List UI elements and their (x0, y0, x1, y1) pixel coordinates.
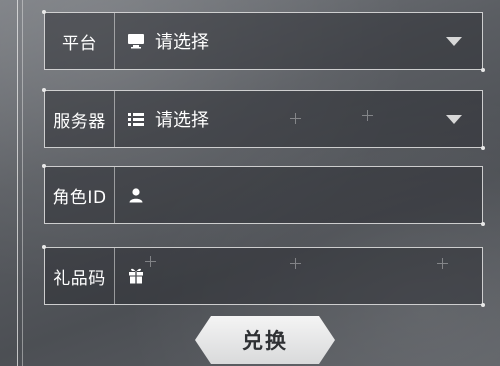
platform-selected-value: 请选择 (155, 32, 209, 53)
chevron-down-icon[interactable] (446, 37, 462, 46)
chevron-down-icon[interactable] (446, 115, 462, 124)
decorative-border-line (22, 0, 23, 366)
redeem-button[interactable]: 兑换 (195, 316, 335, 364)
monitor-icon (127, 32, 145, 50)
server-label: 服务器 (45, 91, 115, 147)
role-id-label: 角色ID (45, 167, 115, 223)
server-select[interactable]: 请选择 (115, 91, 482, 147)
gift-code-field[interactable] (115, 248, 482, 304)
server-selected-value: 请选择 (155, 110, 209, 131)
decorative-cross (290, 113, 301, 124)
list-icon (127, 110, 145, 128)
gift-code-input[interactable] (155, 248, 482, 304)
role-id-field[interactable] (115, 167, 482, 223)
gift-code-row: 礼品码 (42, 245, 485, 307)
decorative-cross (362, 110, 373, 121)
platform-label: 平台 (45, 13, 115, 69)
role-id-input[interactable] (155, 167, 482, 223)
decorative-cross (145, 256, 156, 267)
gift-code-label: 礼品码 (45, 248, 115, 304)
role-id-row: 角色ID (42, 164, 485, 226)
platform-row: 平台 请选择 (42, 10, 485, 72)
gift-icon (127, 267, 145, 285)
decorative-border-line (17, 0, 18, 366)
decorative-cross (290, 258, 301, 269)
server-row: 服务器 请选择 (42, 88, 485, 150)
decorative-cross (437, 258, 448, 269)
user-icon (127, 186, 145, 204)
redeem-button-label: 兑换 (242, 329, 288, 353)
platform-select[interactable]: 请选择 (115, 13, 482, 69)
